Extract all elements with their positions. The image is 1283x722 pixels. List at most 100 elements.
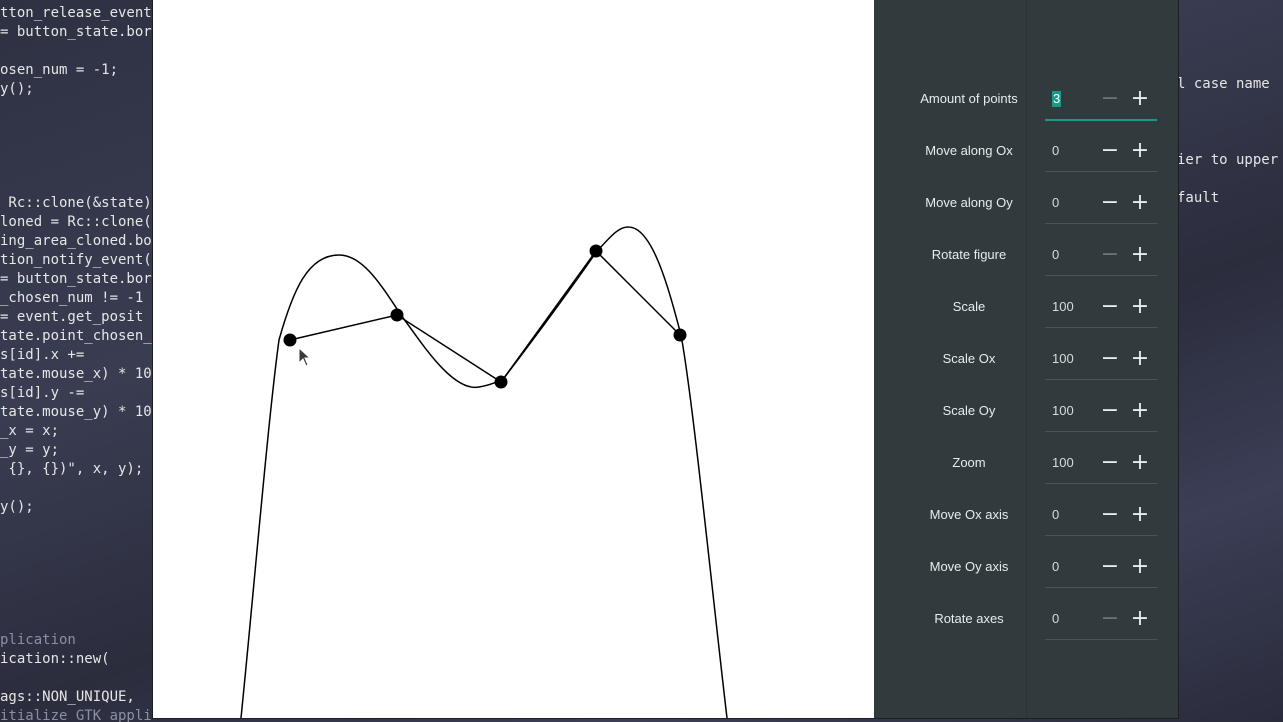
code-line: ier to upper (1177, 152, 1279, 168)
control-polygon (289, 249, 681, 384)
move-ox-axis-decrement-button[interactable]: − (1098, 503, 1122, 527)
control-row-zoom: Zoom 100 − + (874, 443, 1174, 484)
amount-of-points-label: Amount of points (920, 91, 1018, 106)
move-along-oy-value[interactable]: 0 (1052, 195, 1059, 211)
zoom-value[interactable]: 100 (1052, 455, 1074, 471)
scale-ox-label: Scale Ox (942, 351, 996, 366)
control-point[interactable] (589, 244, 603, 258)
move-along-ox-spinbutton[interactable]: 0 − + (1045, 131, 1157, 172)
scale-oy-spinbutton[interactable]: 100 − + (1045, 391, 1157, 432)
code-line: ing_area_cloned.bo (0, 233, 152, 249)
rotate-figure-spinbutton[interactable]: 0 − + (1045, 235, 1157, 276)
move-oy-axis-value[interactable]: 0 (1052, 559, 1059, 575)
move-along-ox-decrement-button[interactable]: − (1098, 139, 1122, 163)
scale-oy-value[interactable]: 100 (1052, 403, 1074, 419)
code-line: tate.mouse_x) * 10 (0, 366, 152, 382)
move-along-oy-spinbutton[interactable]: 0 − + (1045, 183, 1157, 224)
control-point[interactable] (673, 328, 687, 342)
control-row-amount-of-points: Amount of points 3 − + (874, 79, 1174, 121)
scale-ox-decrement-button[interactable]: − (1098, 347, 1122, 371)
control-row-rotate-axes: Rotate axes 0 − + (874, 599, 1174, 640)
rotate-axes-value[interactable]: 0 (1052, 611, 1059, 627)
scale-decrement-button[interactable]: − (1098, 295, 1122, 319)
amount-of-points-value[interactable]: 3 (1052, 91, 1062, 107)
code-line: {}, {})", x, y); (0, 461, 144, 477)
scale-oy-decrement-button[interactable]: − (1098, 399, 1122, 423)
editor-right-visible-code: l case name ier to upper fault (1177, 0, 1283, 722)
code-line: _x = x; (0, 423, 60, 439)
move-oy-axis-decrement-button[interactable]: − (1098, 555, 1122, 579)
scale-ox-spinbutton[interactable]: 100 − + (1045, 339, 1157, 380)
code-line: tate.mouse_y) * 10 (0, 404, 152, 420)
zoom-spinbutton[interactable]: 100 − + (1045, 443, 1157, 484)
controls-panel: Amount of points 3− + Move along Ox 0− + Move … (874, 0, 1178, 718)
interpolated-curve (240, 226, 728, 718)
code-line: osen_num = -1; (0, 62, 119, 78)
drawing-area[interactable] (153, 0, 874, 718)
move-ox-axis-label: Move Ox axis (929, 507, 1009, 522)
move-ox-axis-increment-button[interactable]: + (1128, 503, 1152, 527)
control-point[interactable] (494, 375, 508, 389)
rotate-axes-increment-button[interactable]: + (1128, 607, 1152, 631)
code-line: tate.point_chosen_ (0, 328, 152, 344)
rotate-figure-value[interactable]: 0 (1052, 247, 1059, 263)
move-along-ox-increment-button[interactable]: + (1128, 139, 1152, 163)
move-along-oy-label: Move along Oy (925, 195, 1013, 210)
code-line: s[id].y -= (0, 385, 85, 401)
rotate-axes-decrement-button[interactable]: − (1098, 607, 1122, 631)
move-along-ox-value[interactable]: 0 (1052, 143, 1059, 159)
scale-ox-increment-button[interactable]: + (1128, 347, 1152, 371)
scale-value[interactable]: 100 (1052, 299, 1074, 315)
code-line: tton_release_event (0, 5, 152, 21)
rotate-figure-decrement-button[interactable]: − (1098, 243, 1122, 267)
mouse-cursor-icon (298, 347, 312, 367)
move-ox-axis-value[interactable]: 0 (1052, 507, 1059, 523)
zoom-label: Zoom (952, 455, 986, 470)
control-point[interactable] (283, 333, 297, 347)
rotate-figure-increment-button[interactable]: + (1128, 243, 1152, 267)
code-line: plication (0, 632, 76, 648)
scale-increment-button[interactable]: + (1128, 295, 1152, 319)
amount-of-points-spinbutton[interactable]: 3 − + (1045, 79, 1157, 121)
code-line: fault (1177, 190, 1220, 206)
code-line: = button_state.bor (0, 271, 152, 287)
curve-canvas[interactable] (153, 0, 874, 718)
amount-of-points-decrement-button[interactable]: − (1098, 87, 1122, 111)
scale-ox-value[interactable]: 100 (1052, 351, 1074, 367)
rotate-axes-label: Rotate axes (934, 611, 1004, 626)
code-line: ags::NON_UNIQUE, (0, 689, 135, 705)
control-row-rotate-figure: Rotate figure 0 − + (874, 235, 1174, 276)
move-oy-axis-spinbutton[interactable]: 0 − + (1045, 547, 1157, 588)
scale-oy-label: Scale Oy (942, 403, 996, 418)
code-line: = event.get_posit (0, 309, 144, 325)
rotate-axes-spinbutton[interactable]: 0 − + (1045, 599, 1157, 640)
code-line: ication::new( (0, 651, 110, 667)
code-line: _y = y; (0, 442, 60, 458)
control-row-scale-ox: Scale Ox 100 − + (874, 339, 1174, 380)
move-oy-axis-increment-button[interactable]: + (1128, 555, 1152, 579)
control-row-move-along-oy: Move along Oy 0 − + (874, 183, 1174, 224)
move-oy-axis-label: Move Oy axis (929, 559, 1009, 574)
amount-of-points-increment-button[interactable]: + (1128, 87, 1152, 111)
code-line: loned = Rc::clone( (0, 214, 152, 230)
code-line: tion_notify_event( (0, 252, 152, 268)
move-along-oy-increment-button[interactable]: + (1128, 191, 1152, 215)
control-row-scale: Scale 100 − + (874, 287, 1174, 328)
code-line: l case name (1177, 76, 1270, 92)
scale-oy-increment-button[interactable]: + (1128, 399, 1152, 423)
code-line: = button_state.bor (0, 24, 152, 40)
editor-left-visible-code: tton_release_event = button_state.bor osen… (0, 0, 152, 722)
control-row-move-ox-axis: Move Ox axis 0 − + (874, 495, 1174, 536)
rotate-figure-label: Rotate figure (931, 247, 1007, 262)
move-along-oy-decrement-button[interactable]: − (1098, 191, 1122, 215)
control-row-scale-oy: Scale Oy 100 − + (874, 391, 1174, 432)
code-line: y(); (0, 499, 34, 515)
zoom-decrement-button[interactable]: − (1098, 451, 1122, 475)
move-ox-axis-spinbutton[interactable]: 0 − + (1045, 495, 1157, 536)
code-line: s[id].x += (0, 347, 85, 363)
zoom-increment-button[interactable]: + (1128, 451, 1152, 475)
scale-spinbutton[interactable]: 100 − + (1045, 287, 1157, 328)
control-point[interactable] (390, 308, 404, 322)
control-row-move-oy-axis: Move Oy axis 0 − + (874, 547, 1174, 588)
code-line: _chosen_num != -1 (0, 290, 144, 306)
